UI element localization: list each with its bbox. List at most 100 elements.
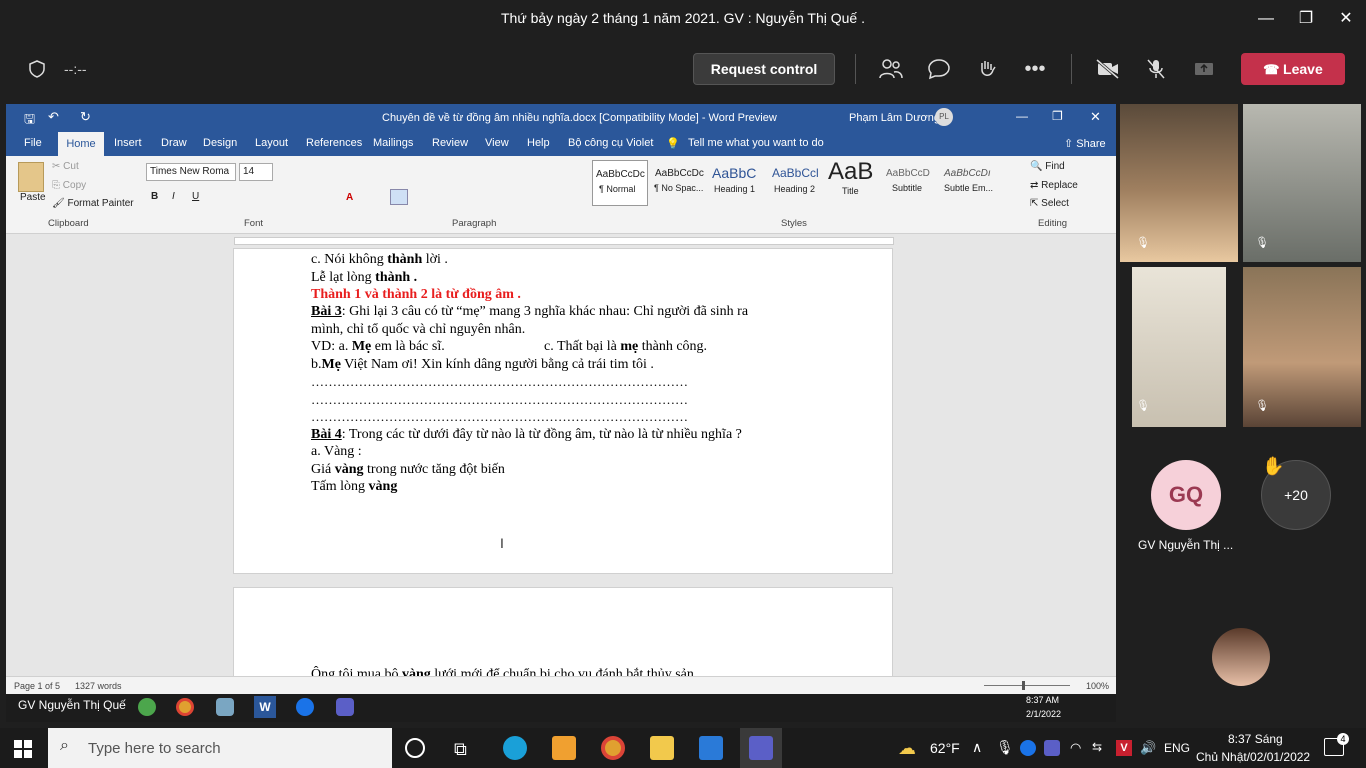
mic-off-icon[interactable] bbox=[1143, 56, 1169, 82]
word-restore-icon[interactable]: ❐ bbox=[1052, 109, 1063, 123]
doc-text: trong nước tăng đột biến bbox=[363, 462, 505, 477]
raise-hand-icon[interactable] bbox=[974, 56, 1000, 82]
zalo-tray-icon[interactable] bbox=[1020, 740, 1036, 756]
request-control-button[interactable]: Request control bbox=[693, 53, 835, 85]
font-color-button[interactable]: A bbox=[346, 192, 353, 203]
tab-help[interactable]: Help bbox=[527, 137, 550, 149]
zoom-level[interactable]: 100% bbox=[1086, 681, 1109, 691]
wifi-icon[interactable]: ◠ bbox=[1070, 740, 1081, 756]
clock-time[interactable]: 8:37 Sáng bbox=[1228, 732, 1283, 746]
windows-start-icon[interactable] bbox=[14, 740, 32, 758]
tab-home[interactable]: Home bbox=[58, 132, 104, 156]
align-left-button[interactable] bbox=[390, 189, 408, 205]
paste-label[interactable]: Paste bbox=[20, 192, 46, 203]
word-count[interactable]: 1327 words bbox=[75, 681, 122, 691]
exercise-label: Bài 4 bbox=[311, 427, 342, 442]
word-minimize-icon[interactable]: — bbox=[1016, 109, 1028, 123]
teams-tray-icon[interactable] bbox=[1044, 740, 1060, 756]
minimize-icon[interactable]: — bbox=[1254, 8, 1278, 30]
teams-taskbar-item[interactable] bbox=[740, 728, 782, 768]
format-painter-button[interactable]: 🖌 Format Painter bbox=[52, 198, 134, 209]
tell-me-input[interactable]: Tell me what you want to do bbox=[688, 137, 824, 149]
page-count[interactable]: Page 1 of 5 bbox=[14, 681, 60, 691]
language-indicator[interactable]: ENG bbox=[1164, 741, 1190, 755]
bold-button[interactable]: B bbox=[151, 191, 158, 202]
tab-draw[interactable]: Draw bbox=[161, 137, 187, 149]
participant-video[interactable]: 🎙 bbox=[1243, 104, 1361, 262]
tab-mailings[interactable]: Mailings bbox=[373, 137, 413, 149]
lightbulb-icon: 💡 bbox=[666, 138, 680, 150]
task-view-icon[interactable]: ⧉ bbox=[454, 739, 467, 760]
style-heading-1[interactable]: AaBbC Heading 1 bbox=[710, 160, 768, 206]
chrome-icon[interactable] bbox=[601, 736, 625, 760]
more-options-icon[interactable]: ••• bbox=[1022, 56, 1048, 82]
mail-icon[interactable] bbox=[699, 736, 723, 760]
participant-video[interactable]: 🎙 bbox=[1132, 267, 1226, 427]
share-tray-icon[interactable] bbox=[1191, 56, 1217, 82]
people-icon[interactable] bbox=[878, 56, 904, 82]
edge-icon[interactable] bbox=[503, 736, 527, 760]
weather-temp[interactable]: 62°F bbox=[930, 740, 960, 756]
tab-references[interactable]: References bbox=[306, 137, 362, 149]
font-name-select[interactable]: Times New Roma bbox=[146, 163, 236, 181]
cut-button[interactable]: ✂ Cut bbox=[52, 161, 79, 172]
word-icon: W bbox=[254, 696, 276, 718]
participant-video[interactable]: 🎙 bbox=[1120, 104, 1238, 262]
replace-button[interactable]: ⇄ Replace bbox=[1030, 180, 1078, 191]
network-icon[interactable]: ⇆ bbox=[1092, 740, 1102, 754]
italic-button[interactable]: I bbox=[172, 191, 175, 202]
style-normal[interactable]: AaBbCcDc ¶ Normal bbox=[592, 160, 648, 206]
tab-layout[interactable]: Layout bbox=[255, 137, 288, 149]
file-explorer-icon[interactable] bbox=[650, 736, 674, 760]
undo-icon[interactable]: ↶ bbox=[48, 109, 59, 125]
share-button[interactable]: ⇧ Share bbox=[1064, 137, 1106, 150]
style-heading-2[interactable]: AaBbCcl Heading 2 bbox=[770, 160, 828, 206]
notification-icon[interactable]: 4 bbox=[1324, 733, 1349, 756]
volume-icon[interactable]: 🔊 bbox=[1140, 740, 1156, 756]
select-button[interactable]: ⇱ Select bbox=[1030, 198, 1069, 209]
tab-review[interactable]: Review bbox=[432, 137, 468, 149]
participant-video[interactable]: 🎙 bbox=[1243, 267, 1361, 427]
find-button[interactable]: 🔍 Find bbox=[1030, 161, 1065, 172]
leave-button[interactable]: ☎ Leave bbox=[1241, 53, 1345, 85]
style-subtle-emphasis[interactable]: AaBbCcDı Subtle Em... bbox=[942, 160, 1002, 206]
unikey-icon[interactable]: V bbox=[1116, 740, 1132, 756]
save-icon[interactable]: 🖫 bbox=[24, 110, 35, 132]
document-page-2[interactable]: Ông tôi mua bộ vàng lưới mới để chuẩn bị… bbox=[233, 587, 893, 687]
style-title[interactable]: AaB Title bbox=[828, 158, 880, 206]
chat-icon[interactable] bbox=[926, 56, 952, 82]
maximize-icon[interactable]: ❐ bbox=[1294, 8, 1318, 30]
zoom-slider-thumb[interactable] bbox=[1022, 681, 1025, 690]
tab-insert[interactable]: Insert bbox=[114, 137, 142, 149]
paste-icon[interactable] bbox=[18, 162, 44, 192]
clipboard-group-label: Clipboard bbox=[48, 218, 89, 229]
camera-off-icon[interactable] bbox=[1095, 56, 1121, 82]
replace-label: Replace bbox=[1041, 180, 1078, 191]
doc-text-bold: Mẹ bbox=[321, 357, 341, 372]
store-icon[interactable] bbox=[552, 736, 576, 760]
doc-dots: …………………………………………………………………………… bbox=[311, 392, 688, 407]
underline-button[interactable]: U bbox=[192, 191, 199, 202]
tab-violet[interactable]: Bộ công cụ Violet bbox=[568, 137, 653, 149]
clock-date[interactable]: Chủ Nhật/02/01/2022 bbox=[1196, 750, 1310, 764]
microphone-icon[interactable]: 🎙 bbox=[996, 739, 1014, 756]
style-no-spacing[interactable]: AaBbCcDc ¶ No Spac... bbox=[652, 160, 708, 206]
font-size-select[interactable]: 14 bbox=[239, 163, 273, 181]
taskbar-search-box[interactable]: ⌕ Type here to search bbox=[48, 728, 392, 768]
participant-avatar[interactable]: GQ bbox=[1151, 460, 1221, 530]
tab-view[interactable]: View bbox=[485, 137, 509, 149]
doc-dots: …………………………………………………………………………… bbox=[311, 409, 688, 424]
word-close-icon[interactable]: ✕ bbox=[1090, 109, 1101, 125]
style-subtitle[interactable]: AaBbCcD Subtitle bbox=[884, 160, 942, 206]
document-page[interactable]: c. Nói không thành lời . Lễ lạt lòng thà… bbox=[233, 248, 893, 574]
redo-icon[interactable]: ↻ bbox=[80, 109, 91, 125]
tab-file[interactable]: File bbox=[24, 137, 42, 149]
cortana-icon[interactable] bbox=[405, 738, 425, 758]
copy-button[interactable]: ⎘ Copy bbox=[52, 180, 86, 191]
tray-chevron-icon[interactable]: ∧ bbox=[972, 739, 982, 756]
close-icon[interactable]: ✕ bbox=[1334, 8, 1358, 30]
zoom-slider[interactable] bbox=[984, 685, 1070, 686]
tab-design[interactable]: Design bbox=[203, 137, 237, 149]
weather-icon[interactable]: ☁ bbox=[898, 738, 916, 759]
self-avatar[interactable] bbox=[1212, 628, 1270, 686]
